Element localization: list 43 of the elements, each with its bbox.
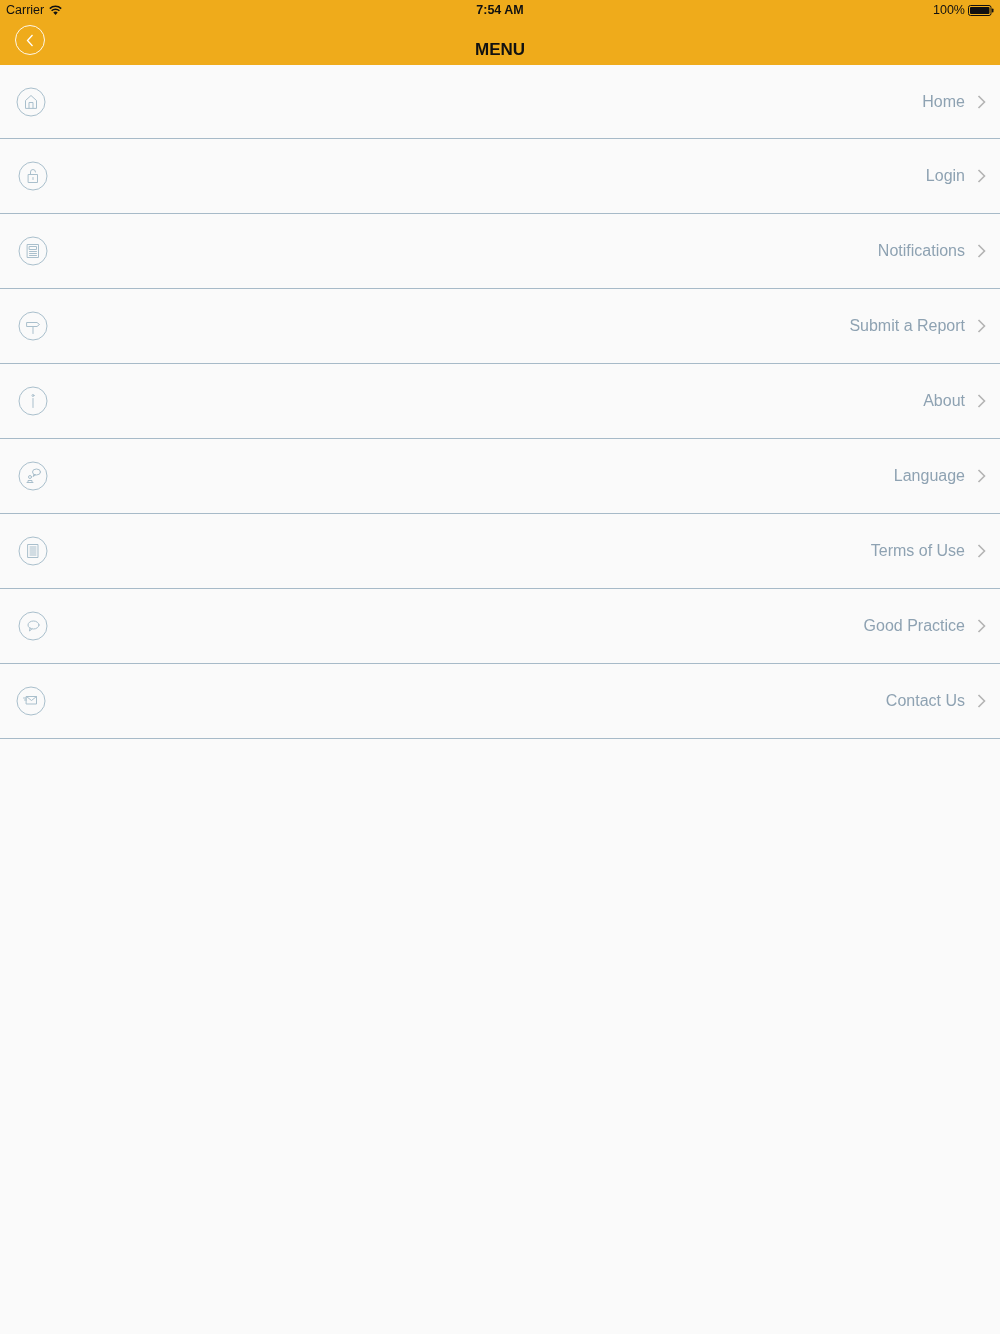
screen-title: MENU: [474, 40, 526, 60]
menu-item[interactable]: Login: [0, 139, 1000, 214]
house-icon: [16, 86, 46, 117]
menu-item-label: Good Practice: [863, 617, 965, 635]
menu-item[interactable]: About: [0, 364, 1000, 439]
wifi-icon: [49, 5, 63, 15]
carrier-name: Carrier: [6, 3, 45, 17]
chevron-right-icon: [977, 619, 986, 633]
menu-item-label: Language: [893, 467, 965, 485]
menu-item-label: About: [923, 392, 965, 410]
chevron-right-icon: [977, 244, 986, 258]
padlock-icon: [18, 161, 48, 191]
document-icon: [18, 536, 48, 566]
menu-item[interactable]: Submit a Report: [0, 289, 1000, 364]
menu-item[interactable]: Notifications: [0, 214, 1000, 289]
menu-item-label: Login: [925, 167, 965, 185]
person-speech-bubble-icon: [18, 461, 48, 491]
speech-bubble-icon: [18, 611, 48, 641]
clock-time: 7:54 AM: [476, 3, 524, 17]
menu-item[interactable]: Home: [0, 65, 1000, 139]
chevron-left-icon: [26, 33, 34, 47]
menu-item[interactable]: Language: [0, 439, 1000, 514]
chevron-right-icon: [977, 319, 986, 333]
menu-item-label: Contact Us: [885, 692, 965, 710]
signpost-icon: [18, 311, 48, 341]
menu-item-label: Home: [922, 92, 965, 111]
chevron-right-icon: [977, 169, 986, 183]
chevron-right-icon: [977, 394, 986, 408]
chevron-right-icon: [977, 469, 986, 483]
menu-item-label: Submit a Report: [849, 317, 965, 335]
chevron-right-icon: [977, 694, 986, 708]
document-icon: [18, 236, 48, 266]
envelope-icon: [16, 686, 46, 716]
menu-item[interactable]: Good Practice: [0, 589, 1000, 664]
battery-icon: [968, 4, 994, 16]
menu-item[interactable]: Terms of Use: [0, 514, 1000, 589]
menu-item-label: Notifications: [877, 242, 965, 260]
menu-item[interactable]: Contact Us: [0, 664, 1000, 739]
menu-item-label: Terms of Use: [870, 542, 965, 560]
info-icon: [18, 386, 48, 416]
chevron-right-icon: [977, 94, 986, 109]
chevron-right-icon: [977, 544, 986, 558]
battery-percentage: 100%: [933, 3, 965, 17]
